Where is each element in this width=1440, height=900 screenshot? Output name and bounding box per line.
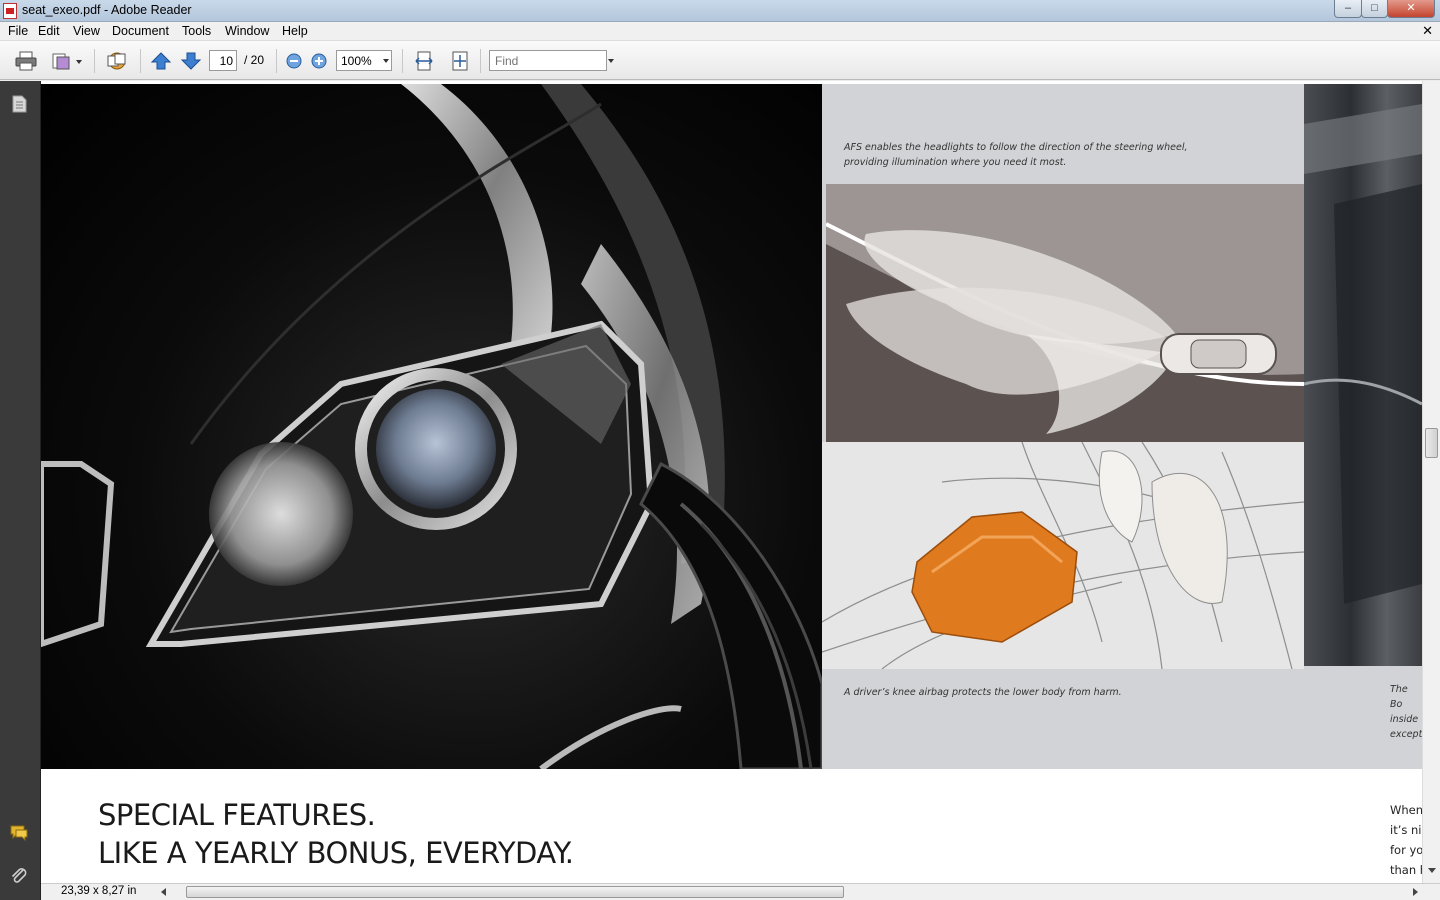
bose-caption-cropped: The Bo inside except — [1390, 684, 1422, 740]
pdf-app-icon — [3, 3, 17, 19]
toolbar-separator — [140, 49, 141, 73]
document-viewport[interactable]: AFS enables the headlights to follow the… — [41, 81, 1422, 883]
page-size-readout: 23,39 x 8,27 in — [61, 885, 137, 897]
pages-panel-icon[interactable] — [9, 94, 29, 114]
toolbar-separator — [276, 49, 277, 73]
zoom-in-icon[interactable] — [310, 51, 328, 71]
menu-tools[interactable]: Tools — [182, 24, 211, 38]
knee-airbag-caption: A driver’s knee airbag protects the lowe… — [844, 687, 1122, 698]
toolbar-separator — [402, 49, 403, 73]
horizontal-scrollbar[interactable] — [161, 885, 1421, 899]
right-caption-strip: The Bo inside except — [1304, 666, 1422, 769]
menu-document[interactable]: Document — [112, 24, 169, 38]
horizontal-scroll-thumb[interactable] — [186, 886, 844, 898]
afs-illustration — [826, 184, 1304, 442]
afs-caption: AFS enables the headlights to follow the… — [844, 142, 1188, 168]
menu-file[interactable]: File — [8, 24, 28, 38]
chevron-down-icon[interactable] — [383, 59, 389, 63]
window-title: seat_exeo.pdf - Adobe Reader — [22, 3, 192, 17]
menu-bar: File Edit View Document Tools Window Hel… — [0, 22, 1440, 41]
toolbar-separator — [94, 49, 95, 73]
close-window-button[interactable]: ✕ — [1387, 0, 1435, 18]
menu-help[interactable]: Help — [282, 24, 308, 38]
scroll-down-icon[interactable] — [1428, 868, 1436, 874]
find-input[interactable] — [489, 50, 607, 71]
comments-icon[interactable] — [9, 823, 29, 843]
toolbar: / 20 — [0, 41, 1440, 80]
fit-page-icon[interactable] — [449, 51, 471, 71]
next-page-icon[interactable] — [180, 51, 202, 71]
headline-line-2: LIKE A YEARLY BONUS, EVERYDAY. — [98, 836, 574, 870]
page-total: / 20 — [244, 53, 265, 67]
minimize-button[interactable]: – — [1334, 0, 1362, 18]
scroll-left-icon[interactable] — [161, 888, 167, 896]
zoom-out-icon[interactable] — [285, 51, 303, 71]
door-illustration — [1303, 104, 1422, 604]
vertical-scrollbar[interactable] — [1422, 81, 1440, 883]
headlight-photo — [41, 84, 822, 769]
scroll-right-icon[interactable] — [1413, 888, 1419, 896]
page-headline: SPECIAL FEATURES. LIKE A YEARLY BONUS, E… — [98, 796, 574, 872]
navigation-pane — [0, 81, 41, 900]
find-options-chevron-icon[interactable] — [608, 59, 614, 63]
pages-icon[interactable] — [51, 51, 73, 71]
status-bar: 23,39 x 8,27 in — [41, 883, 1440, 900]
previous-page-icon[interactable] — [150, 51, 172, 71]
features-panel: AFS enables the headlights to follow the… — [822, 84, 1304, 769]
toolbar-separator — [480, 49, 481, 73]
menu-edit[interactable]: Edit — [38, 24, 60, 38]
body-text-cropped: When it’s ni for yo than h — [1390, 803, 1422, 877]
headlight-illustration — [41, 84, 822, 769]
close-document-button[interactable]: ✕ — [1422, 23, 1433, 39]
title-bar: seat_exeo.pdf - Adobe Reader – □ ✕ — [0, 0, 1440, 22]
vertical-scroll-thumb[interactable] — [1425, 428, 1438, 458]
collaborate-icon[interactable] — [104, 51, 130, 71]
attachments-icon[interactable] — [9, 866, 29, 886]
page-number-input[interactable] — [209, 50, 237, 71]
maximize-button[interactable]: □ — [1361, 0, 1388, 18]
knee-airbag-illustration — [822, 442, 1304, 669]
pages-dropdown-icon[interactable] — [74, 51, 84, 71]
menu-view[interactable]: View — [73, 24, 100, 38]
fit-width-icon[interactable] — [413, 51, 435, 71]
menu-window[interactable]: Window — [225, 24, 269, 38]
headline-line-1: SPECIAL FEATURES. — [98, 798, 376, 832]
print-icon[interactable] — [15, 51, 37, 71]
